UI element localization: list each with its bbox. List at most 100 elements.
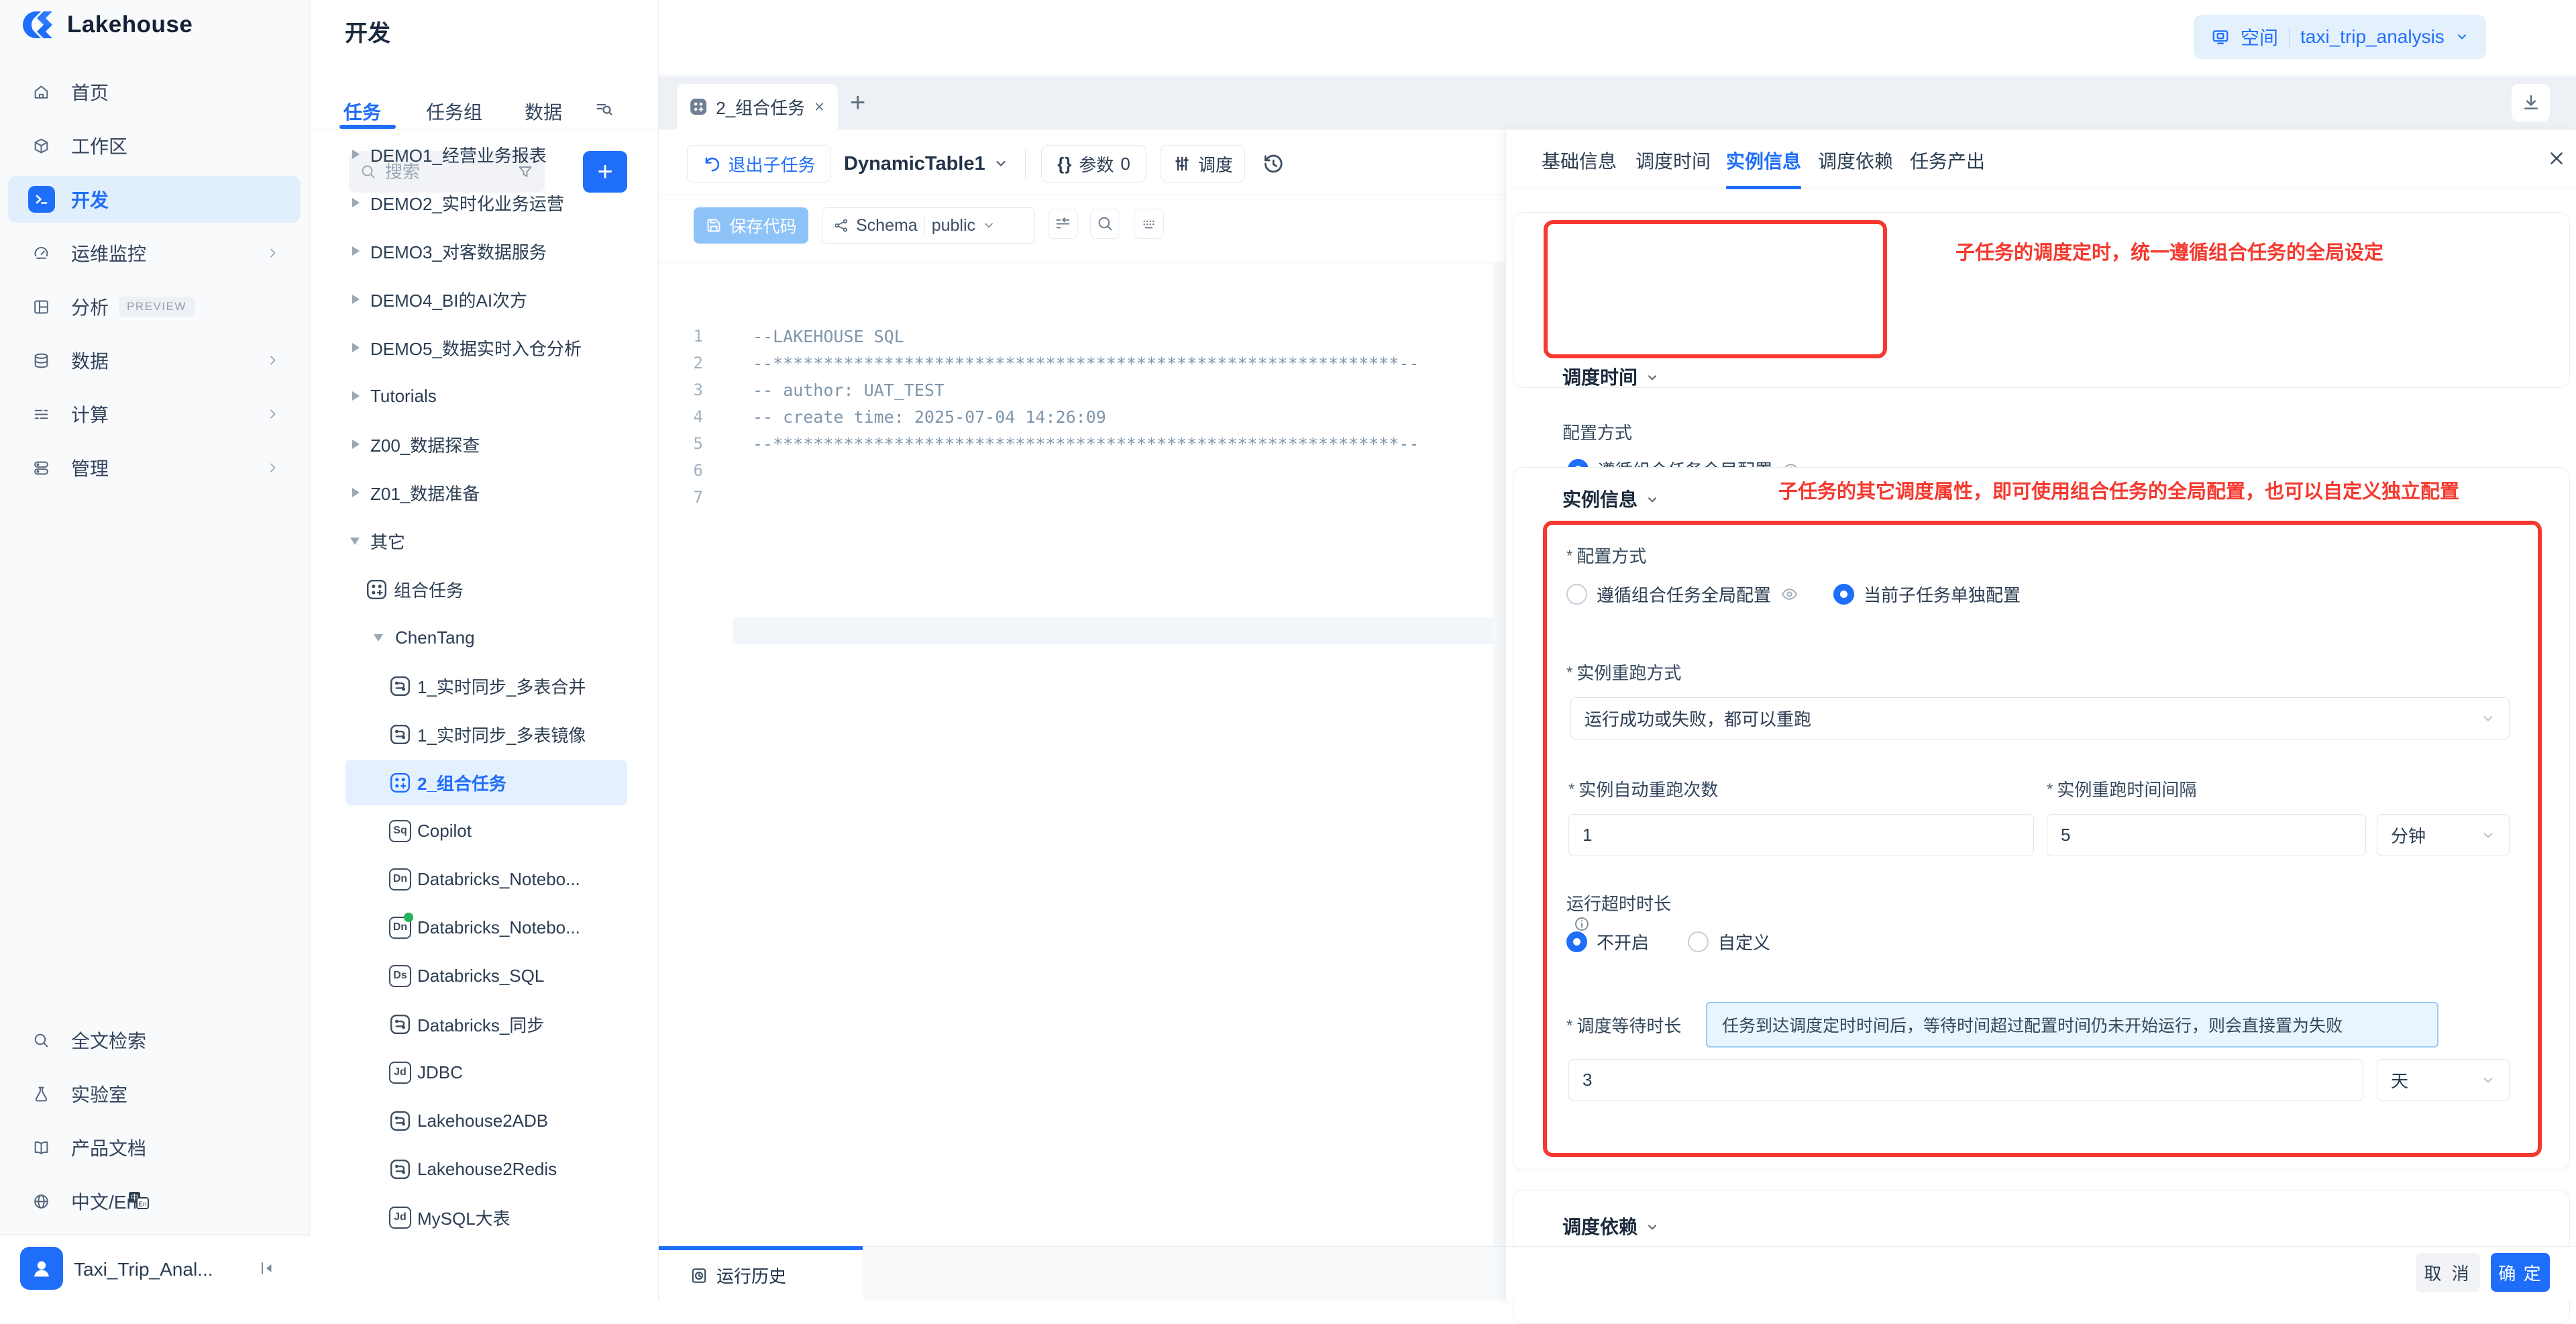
shortcuts-button[interactable]	[1134, 209, 1164, 239]
tab-task-groups[interactable]: 任务组	[426, 98, 482, 125]
editor-search-button[interactable]	[1090, 209, 1120, 239]
user-name[interactable]: Taxi_Trip_Anal...	[74, 1259, 213, 1280]
schedule-time-section-header[interactable]: 调度时间	[1562, 363, 1659, 390]
schedule-button[interactable]: 调度	[1161, 145, 1245, 183]
tree-item-composite-task[interactable]: 组合任务	[310, 565, 659, 613]
sidebar-item-ops-monitor[interactable]: 运维监控	[0, 226, 310, 280]
parameters-button[interactable]: {} 参数 0	[1041, 145, 1146, 183]
sidebar-item-data[interactable]: 数据	[0, 334, 310, 387]
tab-instance-info[interactable]: 实例信息	[1726, 147, 1801, 174]
radio-unselected[interactable]	[1688, 931, 1709, 952]
caret-right-icon[interactable]	[352, 488, 360, 497]
run-history-tab[interactable]: 运行历史	[659, 1246, 863, 1301]
tree-item[interactable]: Tutorials	[310, 372, 659, 420]
tree-item[interactable]: Z00_数据探查	[310, 420, 659, 468]
caret-right-icon[interactable]	[352, 150, 360, 159]
sidebar-item-docs[interactable]: 产品文档	[0, 1121, 310, 1174]
save-code-button[interactable]: 保存代码	[694, 207, 808, 244]
caret-right-icon[interactable]	[352, 295, 360, 304]
tree-item[interactable]: SqCopilot	[310, 807, 659, 855]
caret-right-icon[interactable]	[352, 198, 360, 207]
sidebar-item-language[interactable]: 中文/En 中 En	[0, 1174, 310, 1228]
tree-item[interactable]: Lakehouse2ADB	[310, 1097, 659, 1145]
tree-item[interactable]: DnDatabricks_Notebo...	[310, 903, 659, 952]
close-panel-icon[interactable]	[2546, 148, 2567, 168]
caret-right-icon[interactable]	[352, 343, 360, 352]
tree-item[interactable]: JdMySQL大表	[310, 1193, 659, 1241]
tree-item[interactable]: DsDatabricks_SQL	[310, 952, 659, 1000]
sidebar-item-analysis[interactable]: 分析 PREVIEW	[0, 280, 310, 334]
close-tab-icon[interactable]	[813, 100, 826, 113]
sidebar-item-fulltext-search[interactable]: 全文检索	[0, 1013, 310, 1067]
tab-data[interactable]: 数据	[525, 98, 562, 125]
tree-item[interactable]: 1_实时同步_多表合并	[310, 662, 659, 710]
instance-info-section-header[interactable]: 实例信息	[1562, 485, 1659, 512]
tree-item-selected[interactable]: 2_组合任务	[310, 758, 659, 807]
wait-time-input[interactable]	[1568, 1059, 2363, 1101]
rerun-mode-select[interactable]: 运行成功或失败，都可以重跑	[1570, 697, 2510, 740]
retry-count-input[interactable]	[1568, 814, 2034, 856]
radio-selected[interactable]	[1566, 931, 1587, 952]
confirm-button[interactable]: 确 定	[2491, 1253, 2550, 1292]
sidebar-item-lab[interactable]: 实验室	[0, 1067, 310, 1121]
cancel-button[interactable]: 取 消	[2416, 1253, 2480, 1292]
caret-right-icon[interactable]	[352, 440, 360, 449]
sliders-icon	[1173, 154, 1191, 173]
tree-item[interactable]: DEMO1_经营业务报表	[310, 130, 659, 179]
sidebar-item-compute[interactable]: 计算	[0, 387, 310, 441]
tree-item[interactable]: Databricks_同步	[310, 1000, 659, 1048]
tree-item[interactable]: DEMO4_BI的AI次方	[310, 275, 659, 323]
caret-down-icon[interactable]	[374, 634, 383, 642]
tab-basic-info[interactable]: 基础信息	[1542, 147, 1617, 174]
sidebar-item-manage[interactable]: 管理	[0, 441, 310, 495]
schedule-dependency-section-header[interactable]: 调度依赖	[1562, 1213, 1659, 1239]
sidebar-item-home[interactable]: 首页	[0, 65, 310, 119]
sidebar-item-develop[interactable]: 开发	[0, 172, 310, 226]
collapse-sidebar-icon[interactable]	[258, 1259, 276, 1278]
schema-selector[interactable]: Schema public	[822, 207, 1035, 244]
retry-interval-unit-select[interactable]: 分钟	[2377, 814, 2510, 856]
caret-down-icon[interactable]	[350, 538, 360, 545]
avatar[interactable]	[20, 1247, 63, 1290]
sync-task-icon	[389, 723, 411, 746]
tree-item[interactable]: Lakehouse2Redis	[310, 1145, 659, 1193]
new-tab-button[interactable]: +	[850, 87, 865, 119]
svg-text:En: En	[138, 1201, 146, 1209]
editor-tab-active[interactable]: 2_组合任务	[677, 84, 838, 130]
tab-tasks[interactable]: 任务	[343, 98, 381, 125]
radio-unselected[interactable]	[1566, 584, 1587, 605]
tree-item[interactable]: 1_实时同步_多表镜像	[310, 710, 659, 758]
wait-time-unit-select[interactable]: 天	[2377, 1059, 2510, 1101]
jdbc-task-icon: Jd	[389, 1062, 411, 1084]
sidebar-item-workspace[interactable]: 工作区	[0, 119, 310, 172]
terminal-icon	[28, 186, 55, 213]
editor-panel: 退出子任务 DynamicTable1 {} 参数 0 调度 保存代码 Sche…	[659, 130, 1505, 1301]
tree-item[interactable]: Z01_数据准备	[310, 468, 659, 517]
tab-schedule-dependency[interactable]: 调度依赖	[1818, 147, 1893, 174]
tree-item[interactable]: DnDatabricks_Notebo...	[310, 855, 659, 903]
download-button[interactable]	[2512, 84, 2550, 121]
radio-selected[interactable]	[1833, 584, 1854, 605]
tree-item[interactable]: JdJDBC	[310, 1048, 659, 1097]
retry-interval-input[interactable]	[2047, 814, 2366, 856]
caret-right-icon[interactable]	[352, 246, 360, 256]
tab-task-output[interactable]: 任务产出	[1910, 147, 1985, 174]
exit-subtask-button[interactable]: 退出子任务	[687, 145, 831, 183]
space-selector[interactable]: 空间 taxi_trip_analysis	[2194, 15, 2486, 59]
table-selector[interactable]: DynamicTable1	[844, 145, 1008, 183]
tree-item[interactable]: DEMO3_对客数据服务	[310, 227, 659, 275]
composite-task-icon	[366, 578, 388, 601]
version-history-icon[interactable]	[1261, 152, 1285, 176]
tree-folder-chentang[interactable]: ChenTang	[310, 613, 659, 662]
tab-schedule-time[interactable]: 调度时间	[1635, 147, 1711, 174]
tree-folder-other[interactable]: 其它	[310, 517, 659, 565]
tree-item[interactable]: DEMO5_数据实时入仓分析	[310, 323, 659, 372]
format-code-button[interactable]	[1048, 209, 1078, 239]
code-editor[interactable]: 1--LAKEHOUSE SQL 2--********************…	[659, 263, 1505, 1246]
list-search-icon[interactable]	[594, 99, 614, 119]
lakehouse-logo[interactable]: Lakehouse	[23, 9, 193, 40]
editor-scrollbar[interactable]	[1493, 263, 1505, 1246]
eye-icon[interactable]	[1780, 585, 1799, 603]
tree-item[interactable]: DEMO2_实时化业务运营	[310, 179, 659, 227]
caret-right-icon[interactable]	[352, 391, 360, 401]
